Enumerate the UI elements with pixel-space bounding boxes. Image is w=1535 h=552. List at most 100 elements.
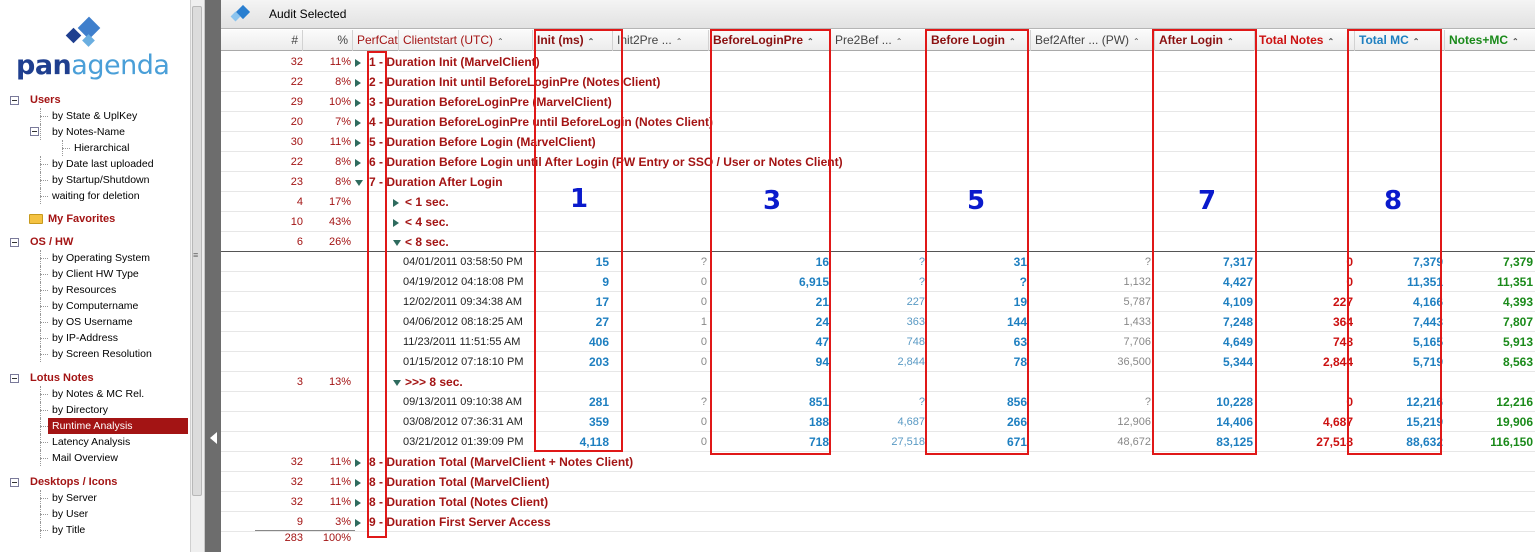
nav-section-lotus-notes[interactable]: Lotus Notes (0, 370, 192, 386)
column-header-total-notes[interactable]: Total Notes ⌃ (1255, 30, 1355, 51)
annotation-number: 5 (967, 186, 986, 216)
table-row[interactable]: 04/01/2011 03:58:50 PM 15? 16? 31? 7,317… (221, 252, 1535, 272)
table-row[interactable]: 09/13/2011 09:10:38 AM 281? 851? 856? 10… (221, 392, 1535, 412)
nav-item-by-user[interactable]: by User (0, 506, 192, 522)
category-row[interactable]: 9 3% 9 - Duration First Server Access (221, 512, 1535, 532)
nav-item-latency-analysis[interactable]: Latency Analysis (0, 434, 192, 450)
table-row[interactable]: 03/08/2012 07:36:31 AM 359 0 188 4,687 266… (221, 412, 1535, 432)
nav-item-waiting-for-deletion[interactable]: waiting for deletion (0, 188, 192, 204)
table-row[interactable]: 12/02/2011 09:34:38 AM 17 0 21 227 19 5,787… (221, 292, 1535, 312)
column-header-total-mc[interactable]: Total MC ⌃ (1355, 30, 1445, 51)
nav-section-users[interactable]: Users (0, 92, 192, 108)
nav-item-by-directory[interactable]: by Directory (0, 402, 192, 418)
column-header-perfcat[interactable]: PerfCat (353, 30, 399, 51)
expand-arrow-icon[interactable] (355, 512, 367, 532)
nav-item-by-client-hw-type[interactable]: by Client HW Type (0, 266, 192, 282)
nav-item-by-server[interactable]: by Server (0, 490, 192, 506)
nav-section-os-hw[interactable]: OS / HW (0, 234, 192, 250)
grand-total-count: 283 (284, 532, 303, 544)
column-header-after-login[interactable]: After Login ⌃ (1155, 30, 1255, 51)
nav-item-by-computername[interactable]: by Computername (0, 298, 192, 314)
nav-my-favorites[interactable]: My Favorites (0, 210, 192, 228)
panagenda-logo: panagenda (8, 12, 188, 81)
sort-caret-icon: ⌃ (1412, 37, 1420, 46)
table-row[interactable]: 01/15/2012 07:18:10 PM 203 0 94 2,844 78 36… (221, 352, 1535, 372)
nav-item-hierarchical[interactable]: Hierarchical (0, 140, 192, 156)
nav-item-by-date-last-uploaded[interactable]: by Date last uploaded (0, 156, 192, 172)
category-row[interactable]: 22 8% 6 - Duration Before Login until Aft… (221, 152, 1535, 172)
expand-arrow-icon[interactable] (355, 472, 367, 492)
logo-wordmark: panagenda (16, 50, 170, 81)
collapse-toggle-icon[interactable] (10, 96, 19, 105)
sort-caret-icon: ⌃ (807, 37, 814, 46)
expand-arrow-icon[interactable] (355, 52, 367, 72)
annotation-number: 8 (1384, 186, 1403, 216)
column-header-pre2bef[interactable]: Pre2Bef ... ⌃ (831, 30, 927, 51)
table-row[interactable]: 04/19/2012 04:18:08 PM 90 6,915? ? 1,132 … (221, 272, 1535, 292)
expand-arrow-icon[interactable] (355, 172, 367, 192)
nav-item-by-state-uplkey[interactable]: by State & UplKey (0, 108, 192, 124)
category-row[interactable]: 32 11% 8 - Duration Total (Notes Client) (221, 492, 1535, 512)
column-header-count[interactable]: # (251, 30, 303, 51)
nav-item-by-operating-system[interactable]: by Operating System (0, 250, 192, 266)
expand-arrow-icon[interactable] (355, 132, 367, 152)
expand-arrow-icon[interactable] (393, 372, 401, 392)
category-row[interactable]: 32 11% 8 - Duration Total (MarvelClient +… (221, 452, 1535, 472)
column-header-percent[interactable]: % (303, 30, 353, 51)
nav-item-by-startup-shutdown[interactable]: by Startup/Shutdown (0, 172, 192, 188)
subgroup-row[interactable]: 6 26% < 8 sec. (221, 232, 1535, 252)
collapse-toggle-icon[interactable] (10, 374, 19, 383)
nav-item-by-notes-name[interactable]: by Notes-Name (0, 124, 192, 140)
main-view: Audit Selected # % PerfCat Clientstart (… (221, 0, 1535, 552)
collapse-toggle-icon[interactable] (10, 478, 19, 487)
panel-splitter[interactable] (205, 0, 221, 552)
category-row[interactable]: 32 11% 1 - Duration Init (MarvelClient) (221, 52, 1535, 72)
table-row[interactable]: 04/06/2012 08:18:25 AM 27 1 24 363 144 1,43… (221, 312, 1535, 332)
total-divider (255, 530, 355, 531)
nav-item-runtime-analysis[interactable]: Runtime Analysis (0, 418, 192, 434)
column-header-before-login[interactable]: Before Login ⌃ (927, 30, 1031, 51)
column-header-beforeloginpre[interactable]: BeforeLoginPre ⌃ (709, 30, 831, 51)
expand-arrow-icon[interactable] (393, 192, 399, 212)
subgroup-row[interactable]: 3 13% >>> 8 sec. (221, 372, 1535, 392)
expand-arrow-icon[interactable] (355, 152, 367, 172)
nav-item-by-resources[interactable]: by Resources (0, 282, 192, 298)
expand-arrow-icon[interactable] (355, 452, 367, 472)
nav-item-by-screen-resolution[interactable]: by Screen Resolution (0, 346, 192, 362)
subgroup-row[interactable]: 10 43% < 4 sec. (221, 212, 1535, 232)
sort-caret-icon: ⌃ (1009, 37, 1016, 46)
nav-item-mail-overview[interactable]: Mail Overview (0, 450, 192, 466)
nav-item-by-title[interactable]: by Title (0, 522, 192, 538)
folder-icon (29, 214, 43, 224)
expand-arrow-icon[interactable] (355, 492, 367, 512)
nav-item-by-os-username[interactable]: by OS Username (0, 314, 192, 330)
category-row[interactable]: 20 7% 4 - Duration BeforeLoginPre until B… (221, 112, 1535, 132)
category-row[interactable]: 30 11% 5 - Duration Before Login (MarvelC… (221, 132, 1535, 152)
expand-arrow-icon[interactable] (355, 92, 367, 112)
audit-selected-action[interactable]: Audit Selected (269, 7, 346, 21)
nav-item-by-ip-address[interactable]: by IP-Address (0, 330, 192, 346)
nav-section-desktops-icons[interactable]: Desktops / Icons (0, 474, 192, 490)
category-row[interactable]: 29 10% 3 - Duration BeforeLoginPre (Marve… (221, 92, 1535, 112)
column-header-clientstart[interactable]: Clientstart (UTC) ⌃ (399, 30, 533, 51)
column-header-init2pre[interactable]: Init2Pre ... ⌃ (613, 30, 709, 51)
grand-total-percent: 100% (322, 532, 351, 544)
column-header-notes-mc[interactable]: Notes+MC ⌃ (1445, 30, 1535, 51)
category-row[interactable]: 32 11% 8 - Duration Total (MarvelClient) (221, 472, 1535, 492)
collapse-toggle-icon[interactable] (30, 127, 39, 136)
category-row[interactable]: 23 8% 7 - Duration After Login (221, 172, 1535, 192)
column-header-bef2after[interactable]: Bef2After ... (PW) ⌃ (1031, 30, 1155, 51)
category-row[interactable]: 22 8% 2 - Duration Init until BeforeLogin… (221, 72, 1535, 92)
column-header-init[interactable]: Init (ms) ⌃ (533, 30, 613, 51)
table-row[interactable]: 11/23/2011 11:51:55 AM 406 0 47 748 63 7,70… (221, 332, 1535, 352)
expand-arrow-icon[interactable] (393, 212, 399, 232)
collapse-sidebar-arrow-icon[interactable] (210, 432, 217, 444)
sort-caret-icon: ⌃ (1327, 37, 1335, 46)
expand-arrow-icon[interactable] (393, 232, 401, 252)
table-row[interactable]: 03/21/2012 01:39:09 PM 4,118 0 718 27,518 … (221, 432, 1535, 452)
nav-item-by-notes-mc-rel[interactable]: by Notes & MC Rel. (0, 386, 192, 402)
expand-arrow-icon[interactable] (355, 72, 367, 92)
expand-arrow-icon[interactable] (355, 112, 367, 132)
collapse-toggle-icon[interactable] (10, 238, 19, 247)
subgroup-row[interactable]: 4 17% < 1 sec. (221, 192, 1535, 212)
